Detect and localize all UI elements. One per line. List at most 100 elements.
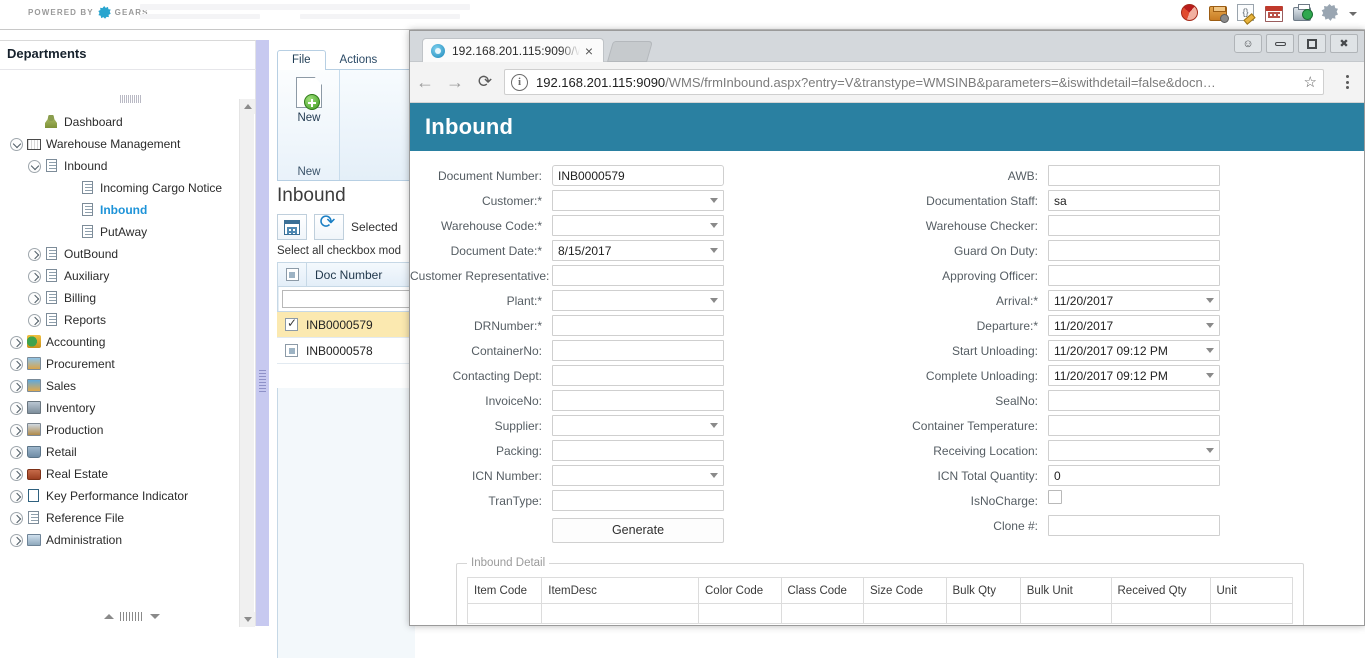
chrome-menu-icon[interactable] <box>1332 67 1362 97</box>
dropdown-icn-number[interactable] <box>552 465 724 486</box>
sidebar-item-billing[interactable]: Billing <box>0 287 240 309</box>
expand-toggle-icon[interactable] <box>28 291 41 305</box>
table-row[interactable]: INB0000579 <box>277 312 415 338</box>
close-tab-icon[interactable]: × <box>581 44 597 58</box>
input-container-temperature[interactable] <box>1048 415 1220 436</box>
package-icon[interactable] <box>1209 4 1229 23</box>
dropdown-document-date[interactable]: 8/15/2017 <box>552 240 724 261</box>
dropdown-warehouse-code[interactable] <box>552 215 724 236</box>
sidebar-item-warehouse-management[interactable]: Warehouse Management <box>0 133 240 155</box>
expand-toggle-icon[interactable] <box>10 533 23 547</box>
print-preview-icon[interactable] <box>1293 4 1313 23</box>
detail-column-header[interactable]: Bulk Qty <box>945 577 1021 604</box>
detail-column-header[interactable]: ItemDesc <box>541 577 699 604</box>
select-all-checkbox[interactable] <box>285 268 299 281</box>
input-trantype[interactable] <box>552 490 724 511</box>
expand-toggle-icon[interactable] <box>28 313 41 327</box>
departments-tree[interactable]: Dashboard Warehouse Management Inbound Inco… <box>0 111 240 591</box>
script-edit-icon[interactable]: {} <box>1237 4 1256 23</box>
expand-toggle-icon[interactable] <box>10 357 23 371</box>
expand-toggle-icon[interactable] <box>28 247 41 261</box>
collapse-toggle-icon[interactable] <box>10 137 23 151</box>
row-checkbox[interactable] <box>285 316 298 331</box>
expand-toggle-icon[interactable] <box>10 511 23 525</box>
bookmark-star-icon[interactable]: ☆ <box>1297 73 1317 91</box>
panel-grip-handle[interactable] <box>120 95 142 103</box>
sidebar-item-procurement[interactable]: Procurement <box>0 353 240 375</box>
vertical-splitter[interactable] <box>256 40 269 626</box>
forward-button[interactable]: → <box>440 67 470 97</box>
chevron-down-icon[interactable] <box>150 614 160 619</box>
input-packing[interactable] <box>552 440 724 461</box>
sidebar-item-outbound[interactable]: OutBound <box>0 243 240 265</box>
back-button[interactable]: ← <box>410 67 440 97</box>
input-documentation-staff[interactable] <box>1048 190 1220 211</box>
row-checkbox-cell[interactable] <box>277 338 306 363</box>
new-tab-button[interactable] <box>606 41 654 62</box>
sidebar-item-incoming-cargo-notice[interactable]: Incoming Cargo Notice <box>0 177 240 199</box>
input-awb[interactable] <box>1048 165 1220 186</box>
input-customer-representative[interactable] <box>552 265 724 286</box>
refresh-button[interactable] <box>314 213 344 240</box>
collapse-toggle-icon[interactable] <box>28 159 41 173</box>
input-sealno[interactable] <box>1048 390 1220 411</box>
sidebar-item-accounting[interactable]: Accounting <box>0 331 240 353</box>
checkbox-isnocharge[interactable] <box>1048 490 1062 504</box>
scroll-up-button[interactable] <box>240 99 255 114</box>
expand-toggle-icon[interactable] <box>10 401 23 415</box>
sidebar-item-retail[interactable]: Retail <box>0 441 240 463</box>
expand-toggle-icon[interactable] <box>28 269 41 283</box>
generate-button[interactable]: Generate <box>552 517 724 543</box>
detail-column-header[interactable]: Bulk Unit <box>1019 577 1112 604</box>
dropdown-plant[interactable] <box>552 290 724 311</box>
input-invoiceno[interactable] <box>552 390 724 411</box>
input-containerno[interactable] <box>552 340 724 361</box>
sidebar-item-administration[interactable]: Administration <box>0 529 240 551</box>
horizontal-splitter[interactable] <box>104 612 160 621</box>
dropdown-complete-unloading[interactable]: 11/20/2017 09:12 PM <box>1048 365 1220 386</box>
tab-actions[interactable]: Actions <box>326 51 392 70</box>
expand-toggle-icon[interactable] <box>10 445 23 459</box>
sidebar-item-sales[interactable]: Sales <box>0 375 240 397</box>
expand-toggle-icon[interactable] <box>10 379 23 393</box>
detail-column-header[interactable]: Item Code <box>466 577 543 604</box>
dropdown-arrival[interactable]: 11/20/2017 <box>1048 290 1220 311</box>
row-checkbox[interactable] <box>285 344 298 357</box>
detail-column-header[interactable]: Size Code <box>863 577 947 604</box>
expand-toggle-icon[interactable] <box>10 467 23 481</box>
table-row[interactable]: INB0000578 <box>277 338 415 364</box>
sidebar-item-inbound[interactable]: Inbound <box>0 155 240 177</box>
input-drnumber[interactable] <box>552 315 724 336</box>
detail-column-header[interactable]: Received Qty <box>1110 577 1211 604</box>
profile-icon[interactable]: ☺ <box>1234 34 1262 53</box>
sidebar-item-inbound[interactable]: Inbound <box>0 199 240 221</box>
sidebar-item-auxiliary[interactable]: Auxiliary <box>0 265 240 287</box>
dropdown-customer[interactable] <box>552 190 724 211</box>
input-clone[interactable] <box>1048 515 1220 536</box>
sidebar-item-production[interactable]: Production <box>0 419 240 441</box>
sidebar-item-reports[interactable]: Reports <box>0 309 240 331</box>
browser-tab[interactable]: 192.168.201.115:9090/W × <box>422 38 604 62</box>
calendar-button[interactable] <box>277 214 307 240</box>
input-warehouse-checker[interactable] <box>1048 215 1220 236</box>
select-all-checkbox-cell[interactable] <box>278 263 307 286</box>
pie-chart-icon[interactable] <box>1181 4 1200 23</box>
close-window-button[interactable]: ✖ <box>1330 34 1358 53</box>
detail-column-header[interactable]: Color Code <box>698 577 782 604</box>
reload-button[interactable]: ⟳ <box>470 67 500 97</box>
calendar-icon[interactable] <box>1265 4 1284 23</box>
dropdown-supplier[interactable] <box>552 415 724 436</box>
sidebar-item-real-estate[interactable]: Real Estate <box>0 463 240 485</box>
column-header-doc-number[interactable]: Doc Number <box>307 263 382 286</box>
sidebar-item-reference-file[interactable]: Reference File <box>0 507 240 529</box>
dropdown-departure[interactable]: 11/20/2017 <box>1048 315 1220 336</box>
chevron-up-icon[interactable] <box>104 614 114 619</box>
row-checkbox-cell[interactable] <box>277 312 306 337</box>
input-document-number[interactable] <box>552 165 724 186</box>
sidebar-item-key-performance-indicator[interactable]: Key Performance Indicator <box>0 485 240 507</box>
maximize-button[interactable] <box>1298 34 1326 53</box>
dropdown-start-unloading[interactable]: 11/20/2017 09:12 PM <box>1048 340 1220 361</box>
expand-toggle-icon[interactable] <box>10 423 23 437</box>
new-button[interactable]: New <box>278 112 340 124</box>
tab-file[interactable]: File <box>277 50 326 70</box>
